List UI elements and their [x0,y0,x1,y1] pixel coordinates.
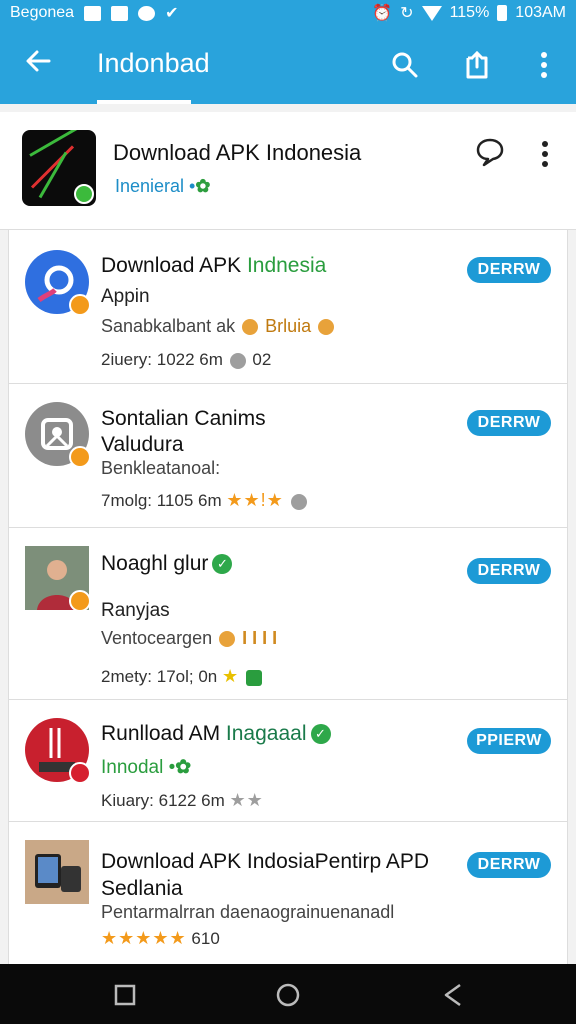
app-badge-icon [69,762,91,784]
app-bar: Indonbad [0,26,576,104]
leaf-icon: ✿ [175,757,192,778]
download-button[interactable]: DERRW [467,410,551,436]
image-frame-icon [25,402,91,468]
rating-count: 610 [191,929,220,948]
item-subtitle: Appin [101,286,150,307]
check-icon: ✔ [165,5,179,22]
more-vertical-icon[interactable] [532,136,558,172]
alarm-icon: ⏰ [372,5,393,22]
edit-badge-icon [69,294,91,316]
item-title: Download APK IndosiaPentirp APD Sedlania [101,850,430,900]
rating-stars: ★★!★ [226,490,284,510]
item-description: Sanabkalbant ak Brluia [101,316,336,337]
notification-icon [84,5,102,21]
system-nav-bar [0,964,576,1024]
star-icon: ★ [221,666,240,686]
item-title: Download APK Indnesia [101,254,327,277]
home-circle-icon[interactable] [275,982,301,1008]
verified-icon: ✓ [212,554,233,575]
verified-icon: ✓ [310,724,331,745]
edit-badge-icon [69,590,91,612]
leaf-icon [245,669,262,686]
list-item[interactable]: Noaghl glur ✓ Ranyjas Ventoceargen I I I … [9,528,567,700]
more-vertical-icon[interactable] [527,48,561,82]
sync-icon: ↻ [400,5,414,22]
tab-indicator [97,100,191,104]
photo-notification-icon [111,5,129,21]
messenger-icon [138,5,156,21]
list-item[interactable]: Sontalian Canims Valudura Benkleatanoal:… [9,384,567,528]
item-meta: Kiuary: 6122 6m ★★ [101,790,264,810]
clock: 103AM [515,4,566,21]
battery-icon [497,5,508,21]
item-title: Runlload AM Inagaaal ✓ [101,722,331,746]
rating-stars: ★★ [229,790,264,810]
recents-square-icon[interactable] [112,982,138,1008]
header-subtitle: Inenieral •✿ [115,176,211,196]
app-logo [22,130,96,206]
status-left: Begonea ✔ [10,3,178,23]
emoji-icon [219,631,236,648]
battery-percent: 115% [449,4,490,21]
leaf-icon: ✿ [195,176,211,196]
download-button[interactable]: DERRW [467,852,551,878]
item-meta: ★★★★★ 610 [101,928,220,949]
emoji-icon [318,319,335,336]
item-description: Pentarmalrran daenaograinuenanadl [101,902,395,922]
list-item[interactable]: Download APK Indnesia Appin Sanabkalbant… [9,230,567,384]
item-meta: 2mety: 17ol; 0n ★ [101,666,264,687]
emoji-icon [290,493,307,510]
list-item[interactable]: Download APK IndosiaPentirp APD Sedlania… [9,822,567,964]
back-triangle-icon[interactable] [440,982,466,1008]
app-list: Download APK Indnesia Appin Sanabkalbant… [8,230,568,964]
emoji-icon [229,352,246,369]
header-card[interactable]: Download APK Indonesia Inenieral •✿ [0,112,576,230]
status-bar: Begonea ✔ ⏰ ↻ 115% 103AM [0,0,576,26]
preview-button[interactable]: PPIERW [467,728,551,754]
wifi-icon [421,5,442,21]
list-item[interactable]: Runlload AM Inagaaal ✓ Innodal •✿ Kiuary:… [9,700,567,822]
item-meta: 7molg: 1105 6m ★★!★ [101,490,309,511]
chat-bubble-icon[interactable] [474,136,506,168]
item-subtitle: Ranyjas [101,600,170,621]
item-description: Benkleatanoal: [101,458,221,478]
back-arrow-icon[interactable] [22,46,54,82]
search-icon[interactable] [388,48,422,82]
app-circle-icon [25,250,91,316]
item-title: Sontalian Canims Valudura [101,407,266,456]
item-subtitle: Innodal •✿ [101,757,192,778]
download-button[interactable]: DERRW [467,558,551,584]
rating-stars: ★★★★★ [101,928,187,948]
download-button[interactable]: DERRW [467,257,551,283]
devices-photo-icon [25,840,89,904]
carrier-name: Begonea [10,4,75,21]
item-meta: 2iuery: 1022 6m 02 [101,350,272,369]
status-right: ⏰ ↻ 115% 103AM [372,3,566,23]
utensils-icon [25,718,91,784]
person-photo-icon [25,546,91,612]
edit-badge-icon [74,184,94,204]
edit-badge-icon [69,446,91,468]
item-description: Ventoceargen I I I I [101,628,278,648]
header-title: Download APK Indonesia [113,140,362,165]
app-title: Indonbad [97,48,210,78]
emoji-icon [242,319,259,336]
item-title: Noaghl glur ✓ [101,552,233,576]
share-icon[interactable] [460,48,494,82]
